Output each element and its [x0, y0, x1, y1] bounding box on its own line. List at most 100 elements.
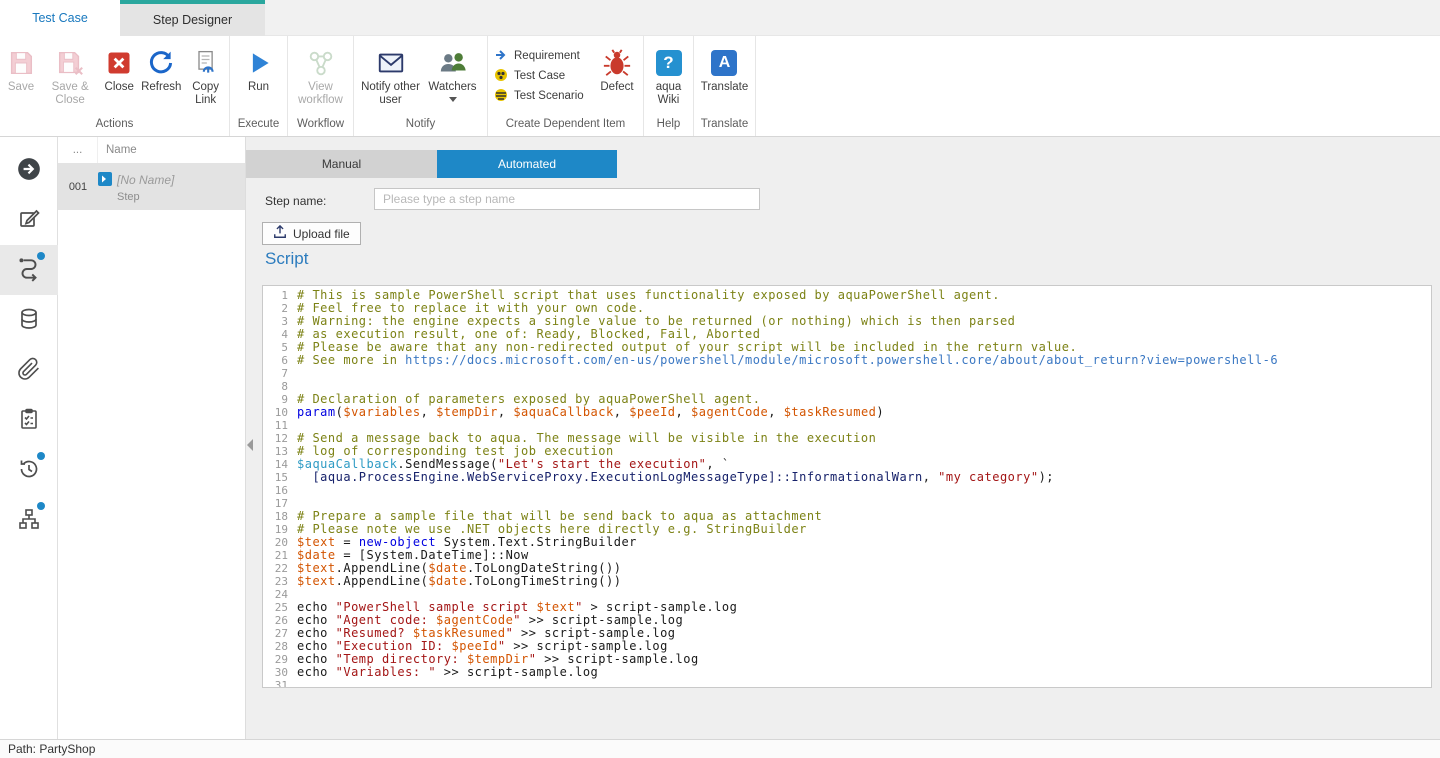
envelope-icon	[376, 45, 406, 81]
ribbon-group-execute: Run Execute	[230, 36, 288, 136]
step-name-label: Step name:	[265, 194, 326, 208]
code-line[interactable]: 7	[263, 367, 1431, 380]
test-scenario-icon	[494, 88, 508, 105]
requirement-icon	[494, 48, 508, 65]
create-requirement-label: Requirement	[514, 50, 580, 62]
column-header-name: Name	[98, 144, 137, 156]
database-icon	[17, 307, 41, 334]
steps-list-header: ... Name	[58, 137, 245, 164]
save-and-close-icon	[55, 45, 85, 81]
sidebar-item-steps[interactable]	[0, 245, 58, 295]
sidebar-item-hierarchy[interactable]	[0, 495, 58, 545]
collapse-panel-arrow[interactable]	[246, 437, 254, 453]
checklist-icon	[17, 407, 41, 434]
sidebar-item-data[interactable]	[0, 295, 58, 345]
code-line[interactable]: 30echo "Variables: " >> script-sample.lo…	[263, 666, 1431, 679]
sidebar-item-history[interactable]	[0, 445, 58, 495]
watchers-button[interactable]: Watchers	[424, 45, 482, 102]
code-line[interactable]: 16	[263, 484, 1431, 497]
create-test-scenario-item[interactable]: Test Scenario	[488, 86, 596, 106]
edit-pencil-icon	[17, 207, 41, 234]
step-designer-content: Manual Automated Step name: Upload file …	[246, 137, 1440, 739]
run-label: Run	[248, 81, 269, 94]
step-name-text: [No Name]	[117, 173, 174, 187]
question-mark-icon: ?	[656, 45, 682, 81]
close-button[interactable]: Close	[99, 45, 139, 94]
step-list-item[interactable]: 001 [No Name] Step	[58, 164, 245, 210]
create-test-case-label: Test Case	[514, 70, 565, 82]
upload-file-label: Upload file	[293, 227, 350, 241]
left-icon-rail	[0, 137, 58, 739]
tab-test-case[interactable]: Test Case	[0, 0, 120, 36]
group-label-workflow: Workflow	[288, 118, 353, 130]
create-test-scenario-label: Test Scenario	[514, 90, 584, 102]
workflow-icon	[306, 45, 336, 81]
refresh-label: Refresh	[141, 81, 181, 94]
ribbon-group-help: ? aqua Wiki Help	[644, 36, 694, 136]
save-and-close-label: Save & Close	[43, 81, 97, 107]
translate-button[interactable]: A Translate	[701, 45, 749, 94]
path-text: Path: PartyShop	[8, 742, 95, 756]
translate-label: Translate	[701, 81, 749, 94]
aqua-wiki-button[interactable]: ? aqua Wiki	[645, 45, 692, 107]
sidebar-item-attachments[interactable]	[0, 345, 58, 395]
ribbon-group-actions: Save Save & Close Close Refresh	[0, 36, 230, 136]
group-label-notify: Notify	[354, 118, 487, 130]
create-test-case-item[interactable]: Test Case	[488, 66, 596, 86]
create-defect-button[interactable]: Defect	[597, 45, 637, 94]
script-heading: Script	[265, 249, 308, 269]
view-workflow-button[interactable]: View workflow	[290, 45, 352, 107]
group-label-create-dependent: Create Dependent Item	[488, 118, 643, 130]
mode-tabs: Manual Automated	[246, 150, 617, 178]
group-label-actions: Actions	[0, 118, 229, 130]
code-line[interactable]: 23$text.AppendLine($date.ToLongTimeStrin…	[263, 575, 1431, 588]
steps-list-panel: ... Name 001 [No Name] Step	[58, 137, 246, 739]
tab-automated[interactable]: Automated	[437, 150, 617, 178]
group-label-help: Help	[644, 118, 693, 130]
status-bar: Path: PartyShop	[0, 739, 1440, 758]
notification-badge	[37, 252, 45, 260]
save-button[interactable]: Save	[1, 45, 41, 94]
save-icon	[6, 45, 36, 81]
code-line[interactable]: 15 [aqua.ProcessEngine.WebServiceProxy.E…	[263, 471, 1431, 484]
code-line[interactable]: 6# See more in https://docs.microsoft.co…	[263, 354, 1431, 367]
notify-other-user-label: Notify other user	[360, 81, 422, 107]
history-clock-icon	[17, 457, 41, 484]
refresh-icon	[147, 45, 175, 81]
tab-step-designer[interactable]: Step Designer	[120, 0, 265, 36]
sidebar-item-checklist[interactable]	[0, 395, 58, 445]
create-requirement-item[interactable]: Requirement	[488, 46, 596, 66]
ribbon-group-translate: A Translate Translate	[694, 36, 756, 136]
defect-bug-icon	[602, 45, 632, 81]
notify-other-user-button[interactable]: Notify other user	[360, 45, 422, 107]
ribbon: Save Save & Close Close Refresh	[0, 36, 1440, 137]
save-and-close-button[interactable]: Save & Close	[43, 45, 97, 107]
ribbon-group-create-dependent: Requirement Test Case Test Scenario	[488, 36, 644, 136]
group-label-translate: Translate	[694, 118, 755, 130]
save-label: Save	[8, 81, 34, 94]
translate-icon: A	[711, 45, 737, 81]
sidebar-item-expand[interactable]	[0, 145, 58, 195]
sidebar-item-edit[interactable]	[0, 195, 58, 245]
ribbon-group-notify: Notify other user Watchers Notify	[354, 36, 488, 136]
step-name-input[interactable]	[374, 188, 760, 210]
paperclip-icon	[17, 357, 41, 384]
refresh-button[interactable]: Refresh	[141, 45, 181, 94]
code-line[interactable]: 31	[263, 679, 1431, 688]
create-defect-label: Defect	[600, 81, 633, 94]
run-icon	[245, 45, 273, 81]
run-button[interactable]: Run	[239, 45, 279, 94]
copy-link-button[interactable]: Copy Link	[183, 45, 228, 107]
automated-step-icon	[98, 172, 112, 189]
copy-link-icon	[192, 45, 220, 81]
watchers-icon	[438, 45, 468, 81]
step-number: 001	[58, 181, 98, 193]
script-code-editor[interactable]: 1# This is sample PowerShell script that…	[262, 285, 1432, 688]
chevron-down-icon	[449, 97, 457, 102]
notification-badge	[37, 452, 45, 460]
group-label-execute: Execute	[230, 118, 287, 130]
code-line[interactable]: 10param($variables, $tempDir, $aquaCallb…	[263, 406, 1431, 419]
view-workflow-label: View workflow	[290, 81, 352, 107]
tab-manual[interactable]: Manual	[246, 150, 437, 178]
upload-file-button[interactable]: Upload file	[262, 222, 361, 245]
